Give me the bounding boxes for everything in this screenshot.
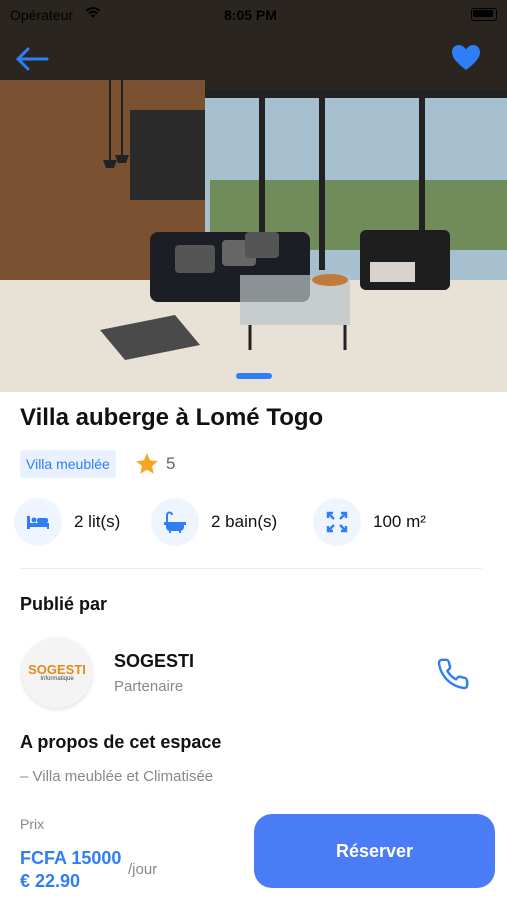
- divider: [20, 568, 482, 569]
- publisher-avatar[interactable]: SOGESTI Informatique: [22, 638, 92, 708]
- book-button[interactable]: Réserver: [254, 814, 495, 888]
- price-period: /jour: [128, 861, 158, 878]
- publisher-heading: Publié par: [20, 594, 108, 614]
- arrow-left-icon: [16, 47, 49, 71]
- baths-feature-label: 2 bain(s): [211, 512, 278, 531]
- publisher-logo-subtext: Informatique: [40, 676, 74, 682]
- about-heading: A propos de cet espace: [20, 732, 222, 752]
- area-feature-label: 100 m²: [373, 512, 426, 531]
- price-label: Prix: [20, 816, 45, 832]
- living-room-photo: [0, 0, 507, 392]
- call-button[interactable]: [436, 657, 470, 696]
- hero-image[interactable]: [0, 0, 507, 392]
- clock: 8:05 PM: [224, 7, 277, 23]
- area-expand-icon: [326, 511, 348, 533]
- rating-value: 5: [166, 454, 176, 473]
- beds-feature-label: 2 lit(s): [74, 512, 121, 531]
- price-fcfa: FCFA 15000: [20, 848, 122, 868]
- battery-icon: [471, 8, 497, 21]
- phone-icon: [437, 658, 469, 690]
- star-icon: [136, 453, 158, 474]
- beds-feature-icon-wrap: [14, 498, 62, 546]
- price-eur: € 22.90: [20, 871, 81, 891]
- publisher-role: Partenaire: [114, 678, 184, 695]
- publisher-name: SOGESTI: [114, 651, 195, 671]
- heart-icon: [452, 45, 480, 70]
- publisher-logo-text: SOGESTI: [28, 662, 86, 677]
- area-feature-icon-wrap: [313, 498, 361, 546]
- listing-type-badge: Villa meublée: [20, 450, 116, 478]
- carousel-indicator[interactable]: [236, 373, 272, 379]
- listing-title: Villa auberge à Lomé Togo: [20, 404, 324, 431]
- carrier-label: Opérateur: [10, 7, 74, 23]
- baths-feature-icon-wrap: [151, 498, 199, 546]
- back-button[interactable]: [14, 44, 50, 74]
- about-text: – Villa meublée et Climatisée: [20, 768, 214, 785]
- wifi-icon: [85, 7, 101, 18]
- bed-icon: [27, 516, 49, 529]
- bathtub-icon: [164, 511, 186, 533]
- favorite-button[interactable]: [451, 44, 481, 77]
- status-bar: Opérateur 8:05 PM: [0, 0, 507, 30]
